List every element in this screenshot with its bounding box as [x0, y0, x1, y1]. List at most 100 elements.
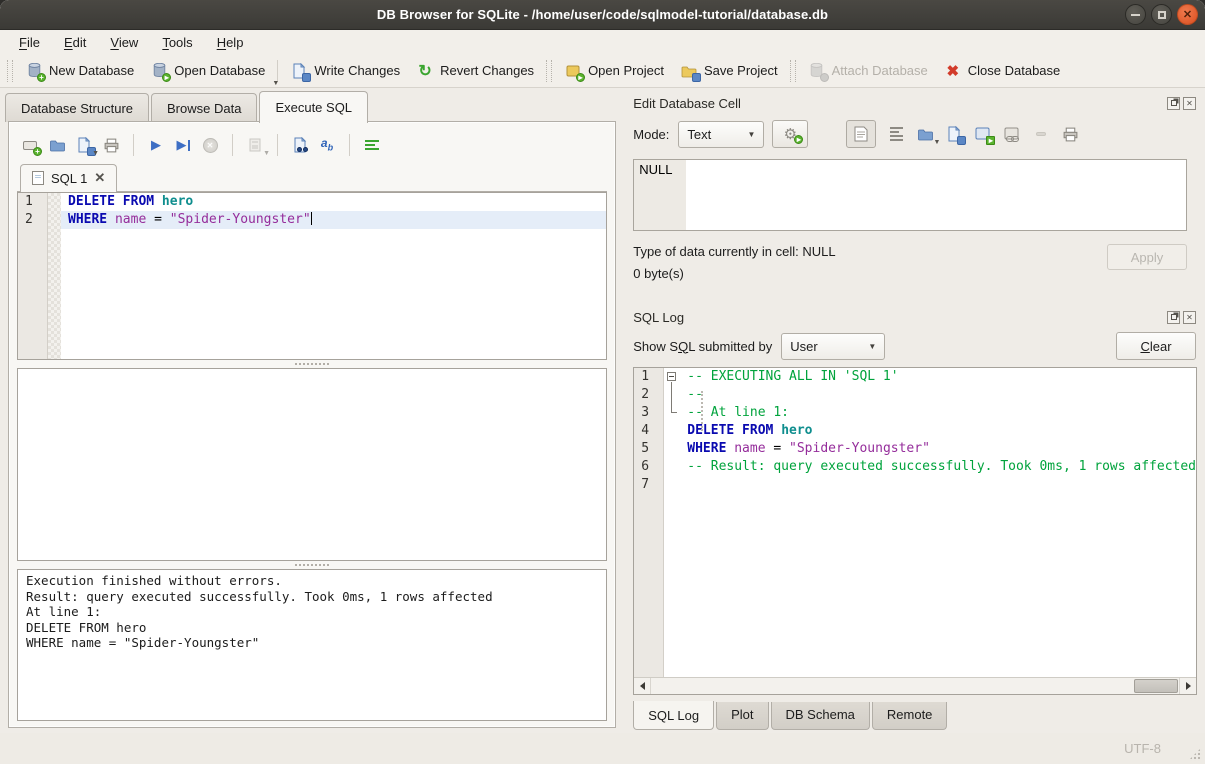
open-database-dropdown-icon[interactable]: ▼	[272, 80, 279, 87]
log-line: DELETE FROM hero	[680, 422, 1196, 440]
cell-editor[interactable]: NULL	[633, 159, 1187, 231]
open-project-button[interactable]: ▸ Open Project	[556, 58, 672, 84]
revert-changes-icon: ↻	[416, 62, 434, 80]
dock-close-button[interactable]: ✕	[1183, 97, 1196, 110]
cell-word-wrap-icon[interactable]	[887, 125, 905, 143]
log-line	[680, 476, 1196, 494]
editor-code-area[interactable]: DELETE FROM hero WHERE name = "Spider-Yo…	[61, 193, 606, 359]
minimize-button[interactable]	[1125, 4, 1146, 25]
write-changes-button[interactable]: Write Changes	[282, 58, 408, 84]
close-button[interactable]: ✕	[1177, 4, 1198, 25]
apply-button: Apply	[1107, 244, 1187, 270]
copy-data-icon[interactable]: ▸	[974, 125, 992, 143]
scrollbar-track[interactable]	[650, 678, 1180, 694]
menu-view[interactable]: View	[100, 33, 148, 52]
menu-tools[interactable]: Tools	[152, 33, 202, 52]
dock-close-button[interactable]: ✕	[1183, 311, 1196, 324]
auto-arrow-icon: ▸	[794, 135, 803, 144]
dock-float-button[interactable]	[1167, 97, 1180, 110]
print-icon[interactable]	[102, 136, 120, 154]
sql-editor[interactable]: 1 2 DELETE FROM hero WHERE name = "Spide…	[17, 192, 607, 360]
cell-toolbar: ▼ ▸	[846, 120, 1079, 148]
log-line: -- Result: query executed successfully. …	[680, 458, 1196, 476]
find-icon[interactable]	[291, 136, 309, 154]
import-from-file-icon[interactable]: ▼	[916, 125, 934, 143]
sql-tab-close-icon[interactable]: ✕	[94, 170, 105, 186]
revert-changes-label: Revert Changes	[440, 63, 534, 78]
sql-tab[interactable]: SQL 1 ✕	[20, 164, 117, 192]
scroll-left-icon[interactable]	[634, 678, 650, 694]
submitter-value: User	[790, 339, 817, 354]
toolbar-handle[interactable]	[546, 60, 552, 82]
replace-icon[interactable]: ab	[318, 136, 336, 154]
menu-help[interactable]: Help	[207, 33, 254, 52]
menu-edit[interactable]: Edit	[54, 33, 96, 52]
set-as-link-icon[interactable]	[1003, 125, 1021, 143]
horizontal-splitter[interactable]	[17, 360, 607, 368]
open-database-button[interactable]: ▸ Open Database ▼	[142, 58, 273, 84]
new-tab-icon[interactable]: +	[21, 136, 39, 154]
open-sql-file-icon[interactable]	[48, 136, 66, 154]
export-to-file-icon[interactable]	[945, 125, 963, 143]
toolbar-handle[interactable]	[7, 60, 13, 82]
new-database-button[interactable]: + New Database	[17, 58, 142, 84]
tab-plot[interactable]: Plot	[716, 702, 768, 730]
chevron-down-icon: ▼	[747, 130, 755, 139]
results-area[interactable]	[17, 368, 607, 561]
horizontal-splitter[interactable]	[17, 561, 607, 569]
mode-select[interactable]: Text ▼	[678, 121, 764, 148]
sql-log-header: SQL Log ✕	[633, 306, 1197, 328]
cell-editor-content[interactable]	[686, 160, 1186, 230]
clear-button[interactable]: Clear	[1116, 332, 1196, 360]
menubar: File Edit View Tools Help	[0, 30, 1205, 54]
message-line: Execution finished without errors.	[26, 573, 598, 589]
revert-changes-button[interactable]: ↻ Revert Changes	[408, 58, 542, 84]
log-fold-margin[interactable]	[664, 368, 680, 677]
sql-tab-label: SQL 1	[51, 171, 87, 186]
tab-execute-sql[interactable]: Execute SQL	[259, 91, 368, 123]
close-database-icon: ✖	[944, 62, 962, 80]
editor-fold-margin	[48, 193, 61, 359]
sql-log-filter-row: Show SQL submitted by User ▼ Clear	[633, 330, 1197, 362]
close-database-button[interactable]: ✖ Close Database	[936, 58, 1069, 84]
auto-mode-button[interactable]: ⚙ ▸	[772, 120, 808, 148]
titlebar[interactable]: DB Browser for SQLite - /home/user/code/…	[0, 0, 1205, 30]
dock-tabbar: SQL Log Plot DB Schema Remote	[633, 702, 1197, 730]
save-project-button[interactable]: Save Project	[672, 58, 786, 84]
attach-database-label: Attach Database	[832, 63, 928, 78]
close-icon: ✕	[1186, 313, 1193, 322]
log-line: WHERE name = "Spider-Youngster"	[680, 440, 1196, 458]
tab-browse-data[interactable]: Browse Data	[151, 93, 257, 122]
sql-log-view[interactable]: 1 2 3 4 5 6 7 -- EXECUTING ALL IN	[633, 367, 1197, 695]
encoding-indicator[interactable]: UTF-8	[1124, 741, 1161, 756]
tab-db-schema[interactable]: DB Schema	[771, 702, 870, 730]
new-database-icon: +	[25, 62, 43, 80]
tab-database-structure[interactable]: Database Structure	[5, 93, 149, 122]
tab-remote[interactable]: Remote	[872, 702, 948, 730]
maximize-button[interactable]	[1151, 4, 1172, 25]
word-wrap-icon[interactable]	[363, 136, 381, 154]
scroll-right-icon[interactable]	[1180, 678, 1196, 694]
log-horizontal-scrollbar[interactable]	[634, 677, 1196, 694]
save-sql-file-icon[interactable]: ▼	[75, 136, 93, 154]
resize-grip-icon[interactable]	[1188, 747, 1202, 761]
toolbar-handle[interactable]	[790, 60, 796, 82]
attach-database-icon	[808, 62, 826, 80]
execute-all-icon[interactable]: ▶	[147, 136, 165, 154]
fold-collapse-icon[interactable]	[667, 372, 676, 381]
execute-current-line-icon[interactable]: ▶	[174, 136, 192, 154]
scrollbar-thumb[interactable]	[1134, 679, 1178, 693]
cell-print-icon[interactable]	[1061, 125, 1079, 143]
menu-file[interactable]: File	[9, 33, 50, 52]
dock-splitter[interactable]	[701, 391, 703, 431]
save-project-icon	[680, 62, 698, 80]
execution-message[interactable]: Execution finished without errors. Resul…	[17, 569, 607, 721]
tab-sql-log[interactable]: SQL Log	[633, 701, 714, 730]
left-pane: Database Structure Browse Data Execute S…	[0, 88, 623, 733]
submitter-select[interactable]: User ▼	[781, 333, 885, 360]
dock-float-button[interactable]	[1167, 311, 1180, 324]
cell-value: NULL	[639, 162, 672, 177]
text-mode-button[interactable]	[846, 120, 876, 148]
right-dock: Edit Database Cell ✕ Mode: Text ▼ ⚙ ▸	[623, 88, 1205, 733]
editor-line-current: WHERE name = "Spider-Youngster"	[61, 211, 606, 229]
